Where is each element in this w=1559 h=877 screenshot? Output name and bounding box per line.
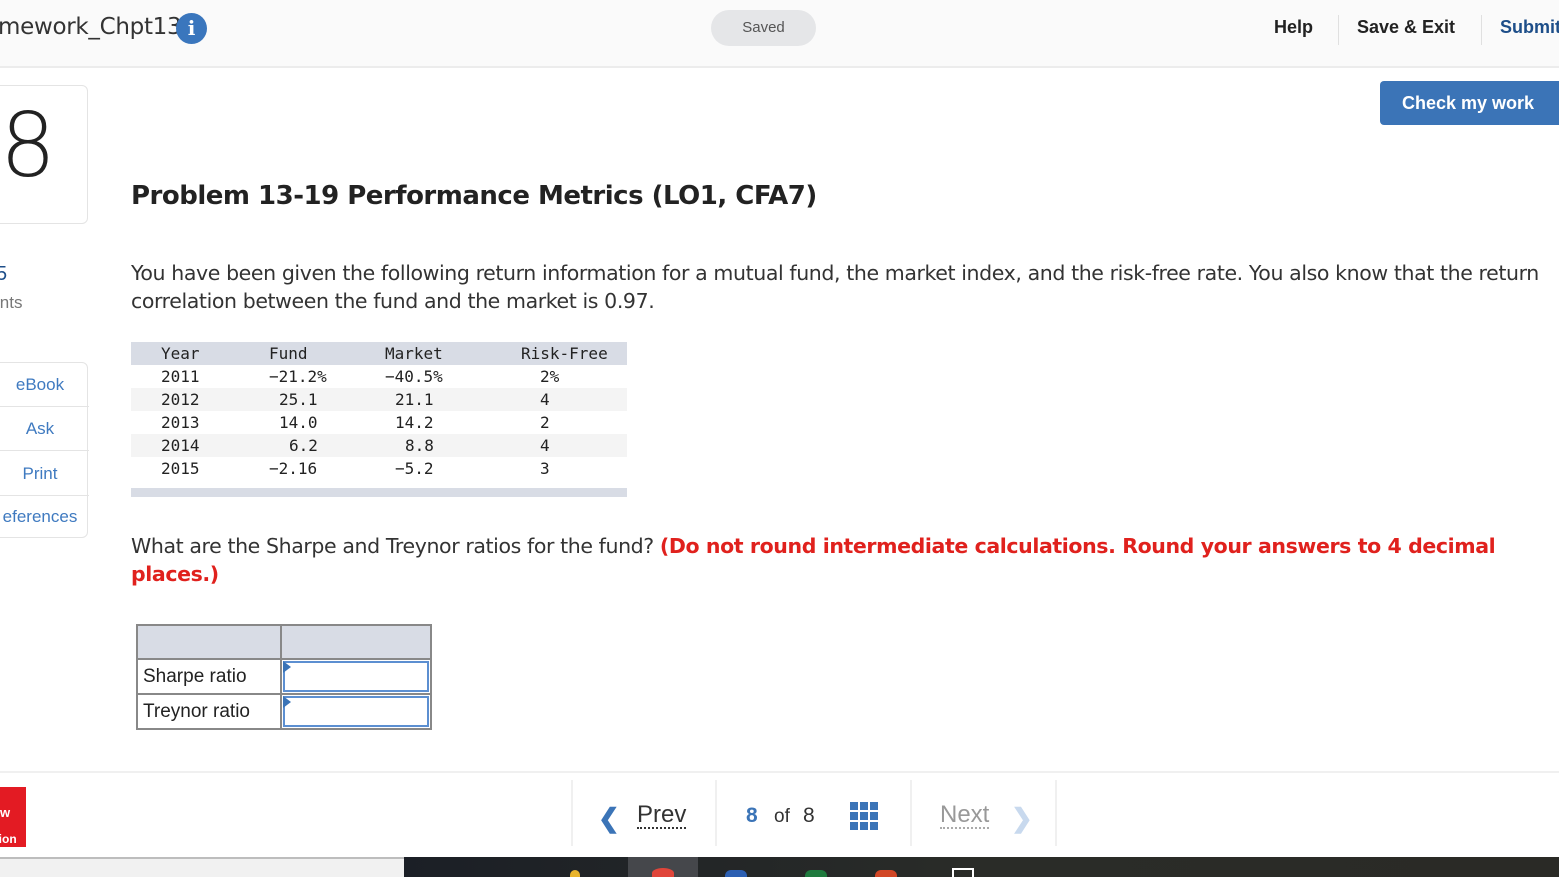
brand-logo-line2: ation — [0, 832, 17, 846]
treynor-ratio-label: Treynor ratio — [136, 693, 282, 730]
column-header: Year — [131, 342, 231, 365]
ebook-button[interactable]: eBook — [0, 363, 89, 407]
table-cell: 2012 — [131, 388, 231, 411]
table-cell: 2% — [540, 367, 560, 386]
question-number: 8 — [0, 94, 56, 197]
divider — [1338, 15, 1339, 45]
table-cell: 6.2 — [231, 434, 341, 457]
divider — [715, 780, 717, 846]
brand-logo-line1: w — [0, 805, 11, 820]
save-exit-link[interactable]: Save & Exit — [1357, 17, 1455, 38]
submit-link[interactable]: Submit — [1500, 17, 1559, 38]
table-cell: 8.8 — [341, 434, 491, 457]
divider — [571, 780, 573, 846]
chevron-left-icon[interactable]: ❮ — [598, 803, 620, 834]
chevron-right-icon[interactable]: ❯ — [1011, 803, 1033, 834]
table-cell: −21.2% — [269, 367, 327, 386]
table-cell: −5.2 — [395, 459, 434, 478]
table-cell: 21.1 — [341, 388, 491, 411]
prev-button[interactable]: Prev — [637, 803, 687, 829]
saved-status-badge: Saved — [711, 10, 816, 46]
sharpe-ratio-input[interactable] — [283, 661, 429, 692]
column-header: Risk-Free — [491, 342, 627, 365]
side-tools-panel: eBook Ask Print eferences — [0, 362, 89, 539]
sharpe-ratio-label: Sharpe ratio — [136, 658, 282, 695]
divider — [1481, 15, 1482, 45]
check-my-work-button[interactable]: Check my work — [1380, 81, 1559, 125]
total-pages: 8 — [803, 804, 815, 827]
divider — [1055, 780, 1057, 846]
table-cell: 14.2 — [395, 413, 434, 432]
grid-icon[interactable] — [850, 802, 878, 830]
taskbar-app-icon[interactable] — [805, 870, 827, 877]
table-cell: 2013 — [161, 413, 200, 432]
table-row: 2013 14.0 14.2 2 — [131, 411, 627, 434]
top-bar: mework_Chpt13 i Saved Help Save & Exit S… — [0, 0, 1559, 68]
header-cell — [136, 624, 282, 660]
browser-status-bar — [0, 857, 404, 877]
table-cell: 3 — [540, 459, 550, 478]
answer-row-sharpe: Sharpe ratio — [136, 658, 432, 695]
table-row: 2012 25.1 21.1 4 — [131, 388, 627, 411]
info-icon[interactable]: i — [176, 13, 207, 44]
table-cell: 2014 — [131, 434, 231, 457]
treynor-ratio-cell — [280, 693, 432, 730]
page-of-label: of — [774, 806, 790, 827]
problem-title: Problem 13-19 Performance Metrics (LO1, … — [131, 181, 817, 211]
answer-header-row — [136, 624, 432, 660]
sharpe-ratio-cell — [280, 658, 432, 695]
brand-logo: w ation — [0, 787, 26, 847]
returns-table: Year Fund Market Risk-Free 2011 −21.2% −… — [131, 342, 627, 480]
references-button[interactable]: eferences — [0, 495, 89, 539]
table-cell: 4 — [491, 434, 627, 457]
table-cell: 2015 — [161, 459, 200, 478]
ask-button[interactable]: Ask — [0, 407, 89, 451]
divider — [910, 780, 912, 846]
table-cell: −2.16 — [269, 459, 318, 478]
table-row: 2015 −2.16 −5.2 3 — [131, 457, 627, 480]
table-footer-bar — [131, 488, 627, 497]
table-header-row: Year Fund Market Risk-Free — [131, 342, 627, 365]
assignment-title: mework_Chpt13 — [0, 14, 182, 40]
help-link[interactable]: Help — [1274, 17, 1313, 38]
taskbar-app-icon[interactable] — [725, 870, 747, 877]
header-cell — [280, 624, 432, 660]
treynor-ratio-input[interactable] — [283, 696, 429, 727]
column-header: Fund — [231, 342, 341, 365]
input-marker-icon — [283, 661, 291, 673]
table-row: 2011 −21.2% −40.5% 2% — [131, 365, 627, 388]
input-marker-icon — [283, 696, 291, 708]
problem-intro: You have been given the following return… — [131, 261, 1539, 313]
next-button[interactable]: Next — [940, 803, 990, 829]
points-label: ints — [0, 293, 23, 312]
answer-table: Sharpe ratio Treynor ratio — [136, 624, 432, 730]
points-value: 5 — [0, 263, 8, 285]
taskbar-app-icon[interactable] — [652, 868, 674, 877]
table-row: 2014 6.2 8.8 4 — [131, 434, 627, 457]
question-prompt: What are the Sharpe and Treynor ratios f… — [131, 534, 654, 558]
taskbar-app-icon[interactable] — [875, 870, 897, 877]
question-text: What are the Sharpe and Treynor ratios f… — [131, 532, 1531, 588]
current-page: 8 — [746, 804, 758, 827]
table-cell: 2011 — [161, 367, 200, 386]
taskbar-app-icon[interactable] — [570, 870, 580, 877]
table-cell: 2 — [540, 413, 550, 432]
answer-row-treynor: Treynor ratio — [136, 693, 432, 730]
table-cell: 4 — [491, 388, 627, 411]
footer-divider — [0, 771, 1559, 773]
table-cell: −40.5% — [385, 367, 443, 386]
taskbar-app-icon[interactable] — [952, 868, 974, 877]
table-cell: 14.0 — [279, 413, 318, 432]
column-header: Market — [341, 342, 491, 365]
print-button[interactable]: Print — [0, 452, 89, 496]
table-cell: 25.1 — [231, 388, 341, 411]
